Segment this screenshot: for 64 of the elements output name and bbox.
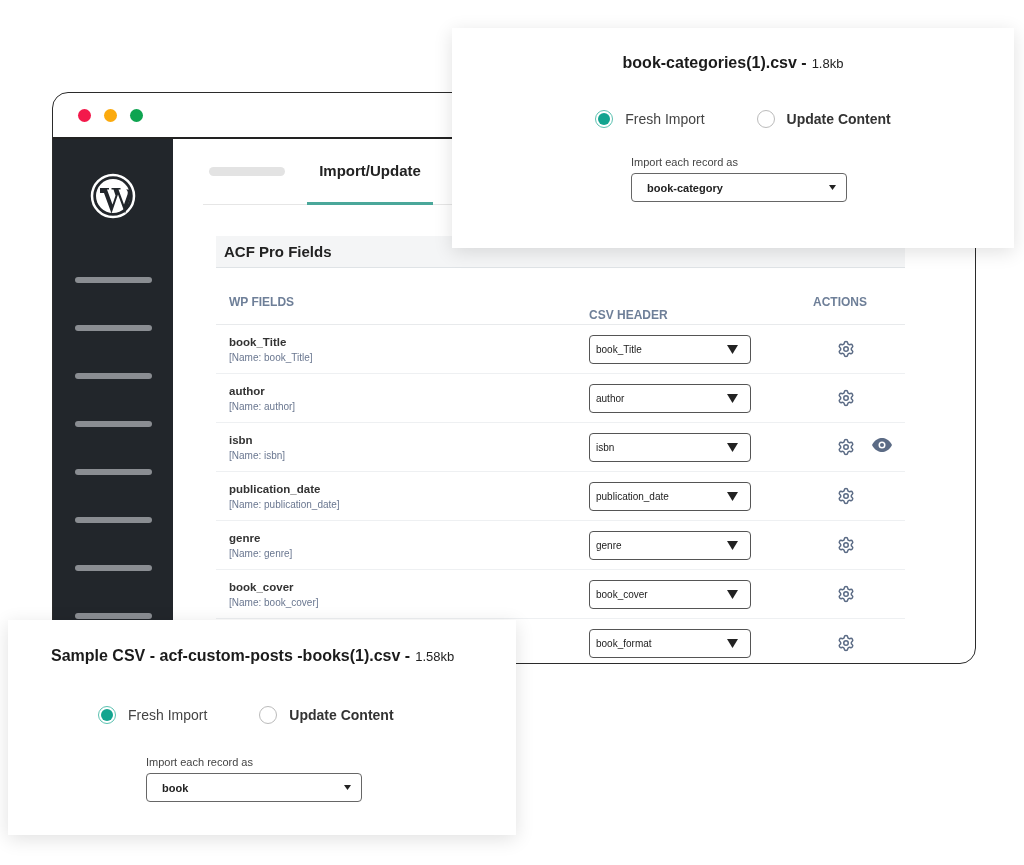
caret-icon [727,589,738,599]
caret-icon [727,442,738,452]
caret-icon [727,540,738,550]
csv-header-dropdown[interactable]: publication_date [589,481,751,511]
wordpress-logo-icon [90,173,136,219]
record-type-label: Import each record as [631,156,739,168]
csv-header-dropdown[interactable]: book_format [589,628,751,658]
maximize-dot-icon[interactable] [130,108,143,122]
sidebar-item-placeholder[interactable] [74,613,152,619]
caret-icon [727,393,738,403]
field-label: isbn [229,433,254,446]
settings-icon[interactable] [837,340,855,358]
csv-header-dropdown[interactable]: book_cover [589,579,751,609]
minimize-dot-icon[interactable] [104,108,117,122]
settings-icon[interactable] [837,585,855,603]
settings-icon[interactable] [837,389,855,407]
field-label: publication_date [229,482,322,495]
column-header: WP FIELDS [229,295,295,309]
caret-icon [727,491,738,501]
csv-header-dropdown[interactable]: author [589,383,751,413]
tab[interactable]: Import/Update [307,139,433,205]
settings-icon[interactable] [837,438,855,456]
field-label: book_cover [229,580,295,593]
sidebar-item-placeholder[interactable] [74,421,152,427]
record-type-dropdown[interactable]: book-category [631,173,847,202]
csv-header-dropdown[interactable]: genre [589,530,751,560]
record-type-dropdown[interactable]: book [146,773,362,802]
caret-icon [829,185,836,190]
csv-header-dropdown[interactable]: isbn [589,432,751,462]
eye-icon[interactable] [872,438,892,452]
import-option[interactable]: Fresh Import [595,110,705,128]
sidebar-item-placeholder[interactable] [74,325,152,331]
sidebar-item-placeholder[interactable] [74,517,152,523]
sidebar-item-placeholder[interactable] [74,469,152,475]
field-label: book_Title [229,335,288,348]
field-name: [Name: genre] [229,547,294,559]
field-name: [Name: author] [229,400,297,412]
close-dot-icon[interactable] [78,108,91,122]
column-header: ACTIONS [813,295,867,309]
field-label: genre [229,531,262,544]
import-option[interactable]: Update Content [756,110,891,128]
file-size: 1.58kb [415,649,455,664]
import-option[interactable]: Update Content [259,706,394,724]
settings-icon[interactable] [837,487,855,505]
caret-icon [344,785,351,790]
sidebar-item-placeholder[interactable] [74,277,152,283]
field-name: [Name: book_cover] [229,596,320,608]
column-header: CSV HEADER [589,308,668,322]
sidebar-item-placeholder[interactable] [74,373,152,379]
field-name: [Name: isbn] [229,449,287,461]
file-size: 1.8kb [811,56,844,71]
caret-icon [727,638,738,648]
field-label: author [229,384,266,397]
field-name: [Name: publication_date] [229,498,341,510]
sidebar-item-placeholder[interactable] [74,565,152,571]
field-name: [Name: book_Title] [229,351,314,363]
settings-icon[interactable] [837,536,855,554]
csv-header-dropdown[interactable]: book_Title [589,334,751,364]
file-title: Sample CSV - acf-custom-posts -books(1).csv - [51,647,411,665]
settings-icon[interactable] [837,634,855,652]
caret-icon [727,344,738,354]
file-title: book-categories(1).csv - [622,54,807,72]
import-option[interactable]: Fresh Import [98,706,208,724]
record-type-label: Import each record as [146,756,254,768]
